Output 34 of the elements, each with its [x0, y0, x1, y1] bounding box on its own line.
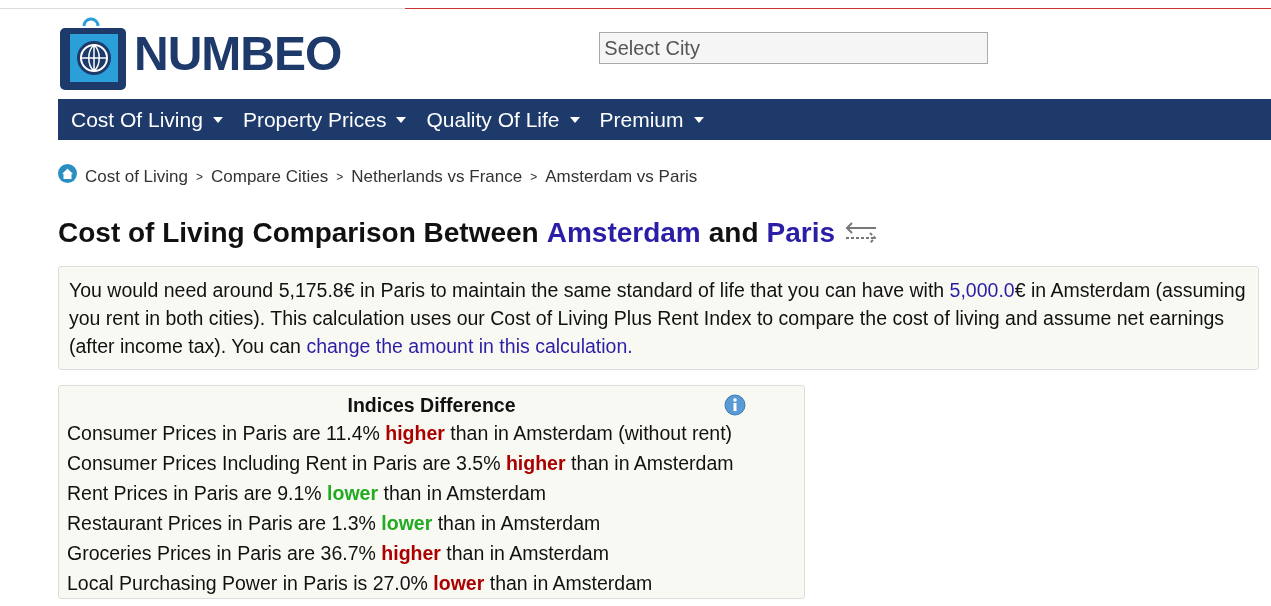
info-icon[interactable] — [724, 393, 746, 416]
caret-icon — [693, 116, 704, 123]
home-icon[interactable] — [58, 164, 77, 184]
city-link[interactable]: Paris — [766, 211, 836, 254]
amount-link[interactable]: change the amount in this calculation. — [306, 334, 633, 357]
nav-menu[interactable]: Cost Of Living — [71, 103, 223, 136]
nav-menu[interactable]: Property Prices — [242, 103, 407, 136]
breadcrumb-separator: > — [336, 168, 344, 186]
nav-menu[interactable]: Premium — [599, 103, 704, 136]
index-difference-text: Groceries Prices in Paris are 36.7% higher than in Amsterdam — [67, 540, 610, 566]
caret-icon — [212, 116, 223, 123]
page-title: Cost of Living Comparison Between — [58, 215, 539, 250]
panel-title: Indices Difference — [347, 392, 516, 418]
caret-icon — [569, 116, 580, 123]
index-difference-text: Rent Prices in Paris are 9.1% lower than in Amsterdam — [67, 480, 548, 506]
breadcrumb-separator: > — [530, 168, 538, 186]
city-link[interactable]: Amsterdam — [546, 211, 701, 254]
breadcrumb-link[interactable]: Compare Cities — [211, 164, 329, 190]
nav-menu[interactable]: Quality Of Life — [426, 103, 580, 136]
amount-link[interactable]: 5,000.0 — [949, 278, 1015, 301]
breadcrumb-separator: > — [196, 168, 203, 186]
index-difference-text: Restaurant Prices in Paris are 1.3% lower than in Amsterdam — [67, 510, 602, 536]
index-difference-text: Consumer Prices Including Rent in Paris are 3.5% higher than in Amsterdam — [67, 450, 735, 476]
index-difference-text: Local Purchasing Power in Paris is 27.0% lower than in Amsterdam — [67, 570, 654, 596]
summary-text: You would need around 5,175.8€ in Paris to maintain the same standard of life that you can have with 5,000.0€ in Amsterdam (assuming you rent in both cities). This calculation uses our Cost of Living Plus Rent Index to compare the cost of living and assume net earnings (after income tax). You can change the amount in this calculation. — [58, 265, 1259, 370]
logo-icon — [58, 16, 128, 92]
page-title: and — [708, 215, 759, 250]
city-search-field[interactable]: Select City — [599, 32, 989, 64]
index-difference-text: Consumer Prices in Paris are 11.4% higher than in Amsterdam (without rent) — [67, 420, 734, 446]
breadcrumb-link[interactable]: Amsterdam vs Paris — [545, 164, 698, 190]
caret-icon — [396, 116, 407, 123]
breadcrumb-link[interactable]: Netherlands vs France — [351, 164, 523, 190]
breadcrumb-link[interactable]: Cost of Living — [85, 164, 188, 190]
logo-text: NUMBEO — [134, 26, 342, 82]
